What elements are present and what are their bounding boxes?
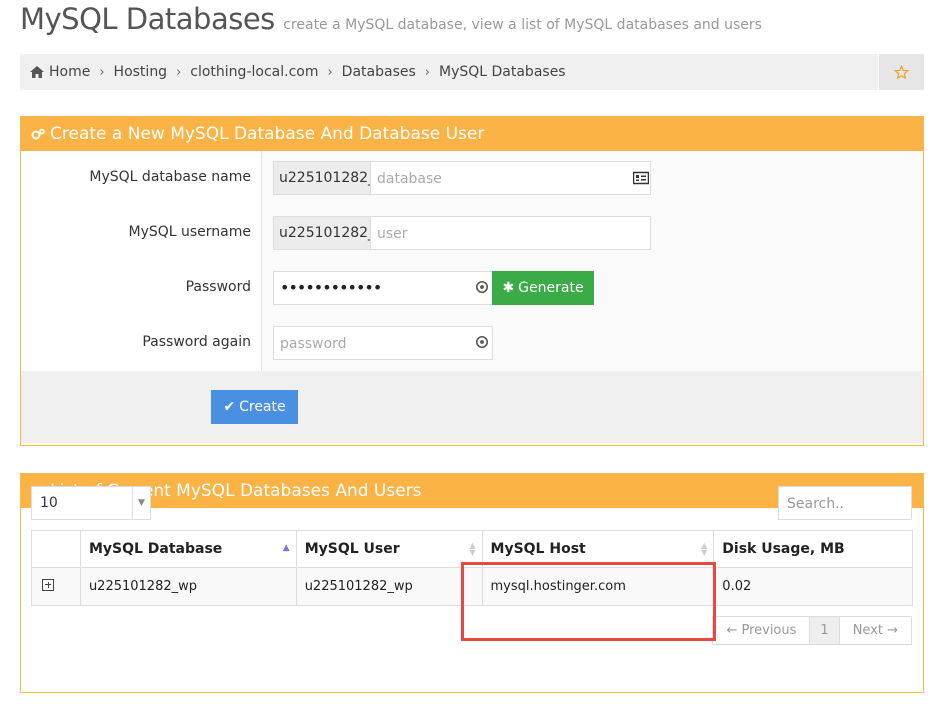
- page-subtitle: create a MySQL database, view a list of …: [283, 17, 762, 33]
- caret-down-icon: ▼: [132, 487, 150, 519]
- username-input[interactable]: user: [370, 216, 651, 250]
- id-card-icon: [633, 171, 649, 185]
- eye-icon[interactable]: [474, 280, 490, 294]
- db-name-input[interactable]: database: [370, 161, 651, 195]
- page-title: MySQL Databases create a MySQL database,…: [20, 2, 762, 36]
- page-length-select[interactable]: 10 ▼: [31, 486, 151, 520]
- expand-column-header: [31, 530, 81, 568]
- database-cell: u225101282_wp: [79, 567, 297, 606]
- chevron-right-icon: ›: [424, 64, 430, 80]
- chevron-right-icon: ›: [176, 64, 182, 80]
- breadcrumb: Home › Hosting › clothing-local.com › Da…: [20, 54, 878, 90]
- previous-page-button[interactable]: ← Previous: [713, 617, 809, 644]
- chevron-right-icon: ›: [327, 64, 333, 80]
- cogs-icon: [31, 128, 45, 140]
- user-cell: u225101282_wp: [295, 567, 483, 606]
- expand-cell: [31, 567, 81, 606]
- username-label: MySQL username: [21, 206, 261, 261]
- sort-asc-icon: ▲: [282, 543, 290, 553]
- page-1-button[interactable]: 1: [809, 617, 840, 644]
- page-length-value: 10: [40, 495, 58, 511]
- column-header-database[interactable]: MySQL Database ▲: [79, 530, 297, 568]
- sort-icon: ▲ ▼: [469, 541, 476, 557]
- db-name-row: MySQL database name u225101282_ database: [21, 151, 923, 206]
- pagination: ← Previous 1 Next →: [712, 616, 912, 645]
- star-icon: [894, 64, 909, 79]
- column-header-user[interactable]: MySQL User ▲ ▼: [295, 530, 483, 568]
- create-form-footer: ✔ Create: [21, 371, 923, 443]
- home-icon: [30, 66, 44, 78]
- generate-label: Generate: [518, 280, 584, 296]
- breadcrumb-home[interactable]: Home: [49, 64, 90, 80]
- breadcrumb-domain[interactable]: clothing-local.com: [190, 64, 318, 80]
- db-name-label: MySQL database name: [21, 151, 261, 206]
- password-again-label: Password again: [21, 316, 261, 371]
- check-icon: ✔: [223, 399, 236, 415]
- eye-icon[interactable]: [474, 335, 490, 349]
- create-panel-header: Create a New MySQL Database And Database…: [21, 117, 923, 151]
- disk-usage-cell: 0.02: [713, 567, 913, 606]
- next-page-button[interactable]: Next →: [840, 617, 911, 644]
- create-database-panel: Create a New MySQL Database And Database…: [20, 116, 924, 446]
- host-column-highlight: [461, 562, 716, 641]
- plus-square-icon[interactable]: [42, 578, 54, 591]
- column-header-disk-usage[interactable]: Disk Usage, MB: [713, 530, 913, 568]
- password-label: Password: [21, 261, 261, 316]
- username-prefix: u225101282_: [273, 216, 375, 250]
- password-input[interactable]: ••••••••••••: [273, 271, 493, 305]
- gear-icon: ✱: [502, 280, 515, 296]
- breadcrumb-databases[interactable]: Databases: [342, 64, 416, 80]
- username-row: MySQL username u225101282_ user: [21, 206, 923, 261]
- chevron-right-icon: ›: [99, 64, 105, 80]
- create-label: Create: [239, 399, 286, 415]
- create-panel-title: Create a New MySQL Database And Database…: [50, 124, 485, 144]
- db-name-prefix: u225101282_: [273, 161, 375, 195]
- password-again-row: Password again password: [21, 316, 923, 371]
- page-title-main: MySQL Databases: [20, 2, 275, 36]
- favorite-button[interactable]: [879, 54, 924, 90]
- create-button[interactable]: ✔ Create: [211, 390, 298, 424]
- sort-icon: ▲ ▼: [701, 541, 708, 557]
- generate-button[interactable]: ✱ Generate: [492, 271, 594, 305]
- breadcrumb-current: MySQL Databases: [438, 64, 566, 80]
- breadcrumb-hosting[interactable]: Hosting: [114, 64, 168, 80]
- password-again-input[interactable]: password: [273, 326, 493, 360]
- search-input[interactable]: Search..: [778, 486, 912, 520]
- password-row: Password •••••••••••• ✱ Generate: [21, 261, 923, 316]
